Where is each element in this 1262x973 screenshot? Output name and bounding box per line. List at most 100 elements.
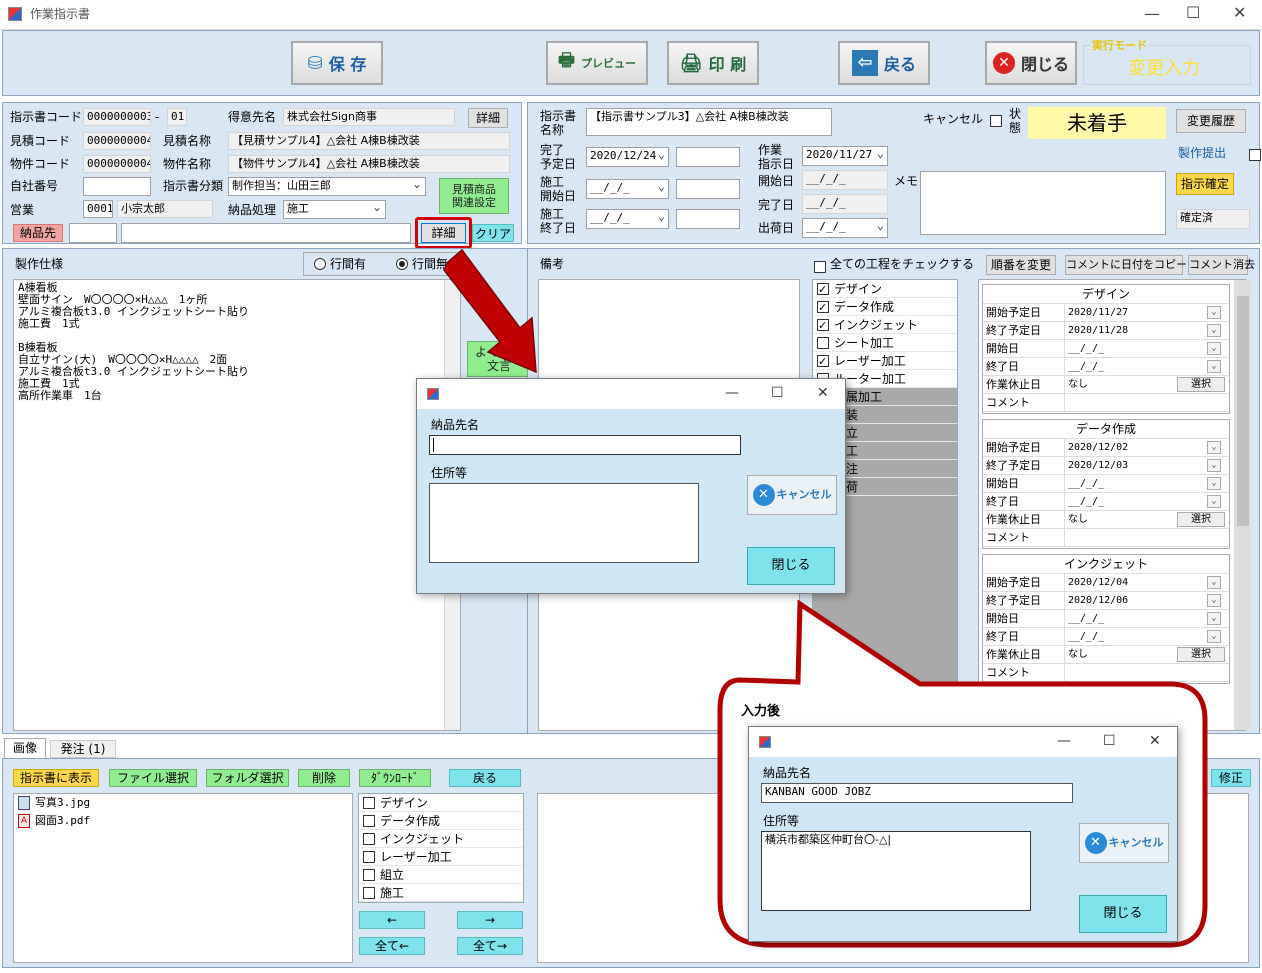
chevron-down-icon[interactable]: ⌄ [1207, 495, 1221, 508]
close-button[interactable]: ✕ 閉じる [985, 41, 1077, 85]
start-field[interactable]: __/_/_ [802, 170, 888, 190]
process-item[interactable]: データ作成 [813, 298, 957, 317]
dialog-addr-input[interactable] [429, 483, 699, 563]
dialog-maximize-icon[interactable]: ☐ [771, 385, 784, 401]
related-settings-button[interactable]: 見積商品 関連設定 [439, 178, 509, 214]
filled-cancel-button[interactable]: ✕ キャンセル [1079, 823, 1169, 863]
select-button[interactable]: 選択 [1177, 512, 1225, 527]
copy-date-button[interactable]: コメントに日付をコピー [1065, 255, 1187, 275]
dialog-close-button[interactable]: 閉じる [747, 547, 835, 585]
schedule-row-value[interactable]: なし 選択 [1065, 376, 1229, 393]
bottom-process-checkbox[interactable] [363, 850, 375, 863]
complete-field[interactable]: __/_/_ [802, 194, 888, 214]
bottom-process-item[interactable]: 施工 [359, 884, 523, 902]
all-left-button[interactable]: 全て← [359, 937, 425, 955]
spec-text-area[interactable]: A棟看板 壁面サイン W〇〇〇〇×H△△△ 1ヶ所 アルミ複合板t3.0 インク… [13, 279, 461, 731]
instruct-date-select[interactable]: 2020/11/27 [802, 146, 888, 166]
chevron-down-icon[interactable]: ⌄ [1207, 441, 1221, 454]
chevron-down-icon[interactable]: ⌄ [1207, 576, 1221, 589]
chevron-down-icon[interactable]: ⌄ [1207, 477, 1221, 490]
select-file-button[interactable]: ファイル選択 [109, 769, 197, 787]
process-item[interactable]: デザイン [813, 280, 957, 299]
start-plan-extra-field[interactable] [676, 179, 740, 199]
bottom-process-item[interactable]: データ作成 [359, 812, 523, 830]
bottom-process-checkbox[interactable] [363, 868, 375, 881]
bottom-process-checkbox[interactable] [363, 886, 375, 899]
bottom-process-checkbox[interactable] [363, 796, 375, 809]
sales-code-field[interactable]: 0001 [83, 200, 113, 218]
schedule-row-value[interactable]: __/_/_ ⌄ [1065, 493, 1229, 510]
order-name-field[interactable]: 【指示書サンプル3】△会社 A棟B棟改装 [586, 108, 832, 136]
process-checkbox[interactable] [817, 317, 829, 335]
schedule-row-value[interactable] [1065, 529, 1229, 546]
process-item[interactable]: シート加工 [813, 334, 957, 352]
delivery-clear-button[interactable]: クリア [472, 224, 514, 242]
dialog-cancel-button[interactable]: ✕ キャンセル [747, 475, 837, 515]
order-code-sub-field[interactable]: 01 [167, 108, 187, 126]
history-button[interactable]: 変更履歴 [1176, 109, 1246, 133]
process-scrollbar[interactable] [1234, 280, 1250, 730]
process-checkbox[interactable] [817, 353, 829, 371]
radio-without-spacing[interactable] [396, 258, 408, 270]
bottom-back-button[interactable]: 戻る [449, 769, 521, 787]
bottom-process-checkbox[interactable] [363, 814, 375, 827]
production-submit-checkbox[interactable] [1248, 148, 1261, 161]
schedule-row-value[interactable]: __/_/_ ⌄ [1065, 475, 1229, 492]
due-extra-field[interactable] [676, 147, 740, 167]
schedule-row-value[interactable]: 2020/12/02 ⌄ [1065, 439, 1229, 456]
process-item[interactable]: レーザー加工 [813, 352, 957, 371]
clear-comment-button[interactable]: コメント消去 [1188, 255, 1255, 275]
schedule-row-value[interactable]: __/_/_ ⌄ [1065, 358, 1229, 375]
bottom-process-checkbox[interactable] [363, 832, 375, 845]
filled-addr-input[interactable]: 横浜市都築区仲町台〇-△| [761, 831, 1031, 911]
end-plan-select[interactable]: __/_/_ [586, 209, 669, 229]
estimate-name-field[interactable]: 【見積サンプル4】△会社 A棟B棟改装 [228, 132, 510, 150]
minimize-icon[interactable]: — [1144, 4, 1160, 23]
chevron-down-icon[interactable]: ⌄ [1207, 324, 1221, 337]
dialog-minimize-icon[interactable]: — [725, 385, 739, 401]
tab-image[interactable]: 画像 [4, 738, 46, 758]
category-select[interactable]: 制作担当：山田三郎 [228, 177, 426, 196]
start-plan-select[interactable]: __/_/_ [586, 179, 669, 199]
delete-button[interactable]: 削除 [298, 769, 350, 787]
schedule-row-value[interactable]: 2020/12/03 ⌄ [1065, 457, 1229, 474]
maximize-icon[interactable]: ☐ [1186, 3, 1200, 22]
preview-button[interactable]: 🖶 プレビュー [546, 41, 648, 85]
delivery-dest-code-field[interactable] [69, 223, 117, 243]
delivery-detail-button[interactable]: 詳細 [421, 223, 466, 243]
client-detail-button[interactable]: 詳細 [468, 108, 508, 128]
all-right-button[interactable]: 全て→ [457, 937, 523, 955]
ship-select[interactable]: __/_/_ [802, 218, 888, 238]
schedule-row-value[interactable]: __/_/_ ⌄ [1065, 340, 1229, 357]
dialog-close-icon[interactable]: ✕ [817, 385, 829, 401]
confirm-button[interactable]: 指示確定 [1176, 173, 1234, 195]
schedule-row-value[interactable]: 2020/11/27 ⌄ [1065, 304, 1229, 321]
internal-no-field[interactable] [83, 177, 151, 196]
bottom-process-item[interactable]: 組立 [359, 866, 523, 884]
memo-field[interactable] [920, 171, 1166, 235]
schedule-row-value[interactable]: なし 選択 [1065, 511, 1229, 528]
process-checkbox[interactable] [817, 299, 829, 317]
delivery-dest-name-field[interactable] [121, 223, 411, 243]
select-button[interactable]: 選択 [1177, 377, 1225, 392]
bottom-process-item[interactable]: インクジェット [359, 830, 523, 848]
bottom-process-item[interactable]: レーザー加工 [359, 848, 523, 866]
filled-dialog-close-icon[interactable]: ✕ [1149, 733, 1161, 749]
tab-order[interactable]: 発注 (1) [50, 740, 116, 758]
move-left-button[interactable]: ← [359, 911, 425, 929]
file-item-jpg[interactable]: 写真3.jpg [14, 794, 352, 812]
filled-name-input[interactable]: KANBAN GOOD JOBZ [761, 783, 1073, 803]
process-checkbox[interactable] [817, 281, 829, 299]
schedule-row-value[interactable] [1065, 394, 1229, 411]
show-in-order-button[interactable]: 指示書に表示 [13, 769, 99, 787]
end-plan-extra-field[interactable] [676, 209, 740, 229]
close-icon[interactable]: ✕ [1233, 3, 1246, 22]
save-button[interactable]: ⛁ 保 存 [291, 41, 383, 85]
bottom-process-item[interactable]: デザイン [359, 794, 523, 812]
schedule-row-value[interactable]: 2020/12/04 ⌄ [1065, 574, 1229, 591]
process-item[interactable]: インクジェット [813, 316, 957, 335]
property-code-field[interactable]: 0000000004 [83, 155, 151, 173]
property-name-field[interactable]: 【物件サンプル4】△会社 A棟B棟改装 [228, 155, 510, 173]
delivery-proc-select[interactable]: 施工 [283, 200, 386, 219]
filled-dialog-maximize-icon[interactable]: ☐ [1103, 733, 1116, 749]
